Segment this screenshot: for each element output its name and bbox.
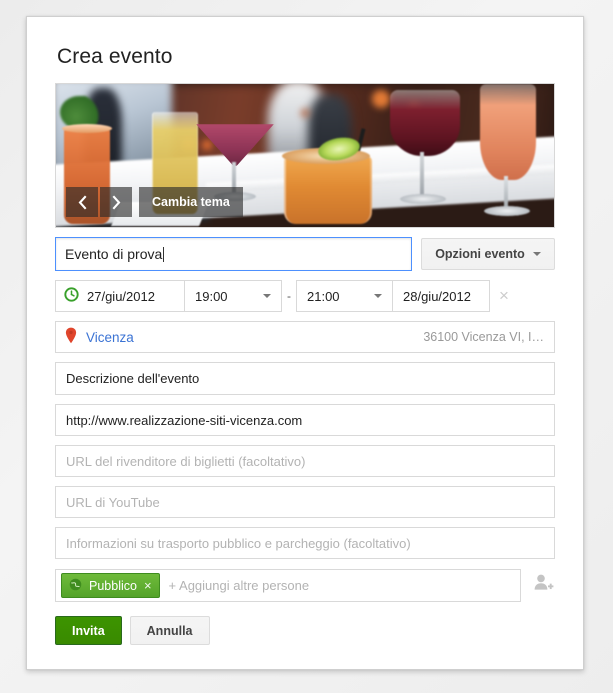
end-date-value: 28/giu/2012 <box>403 288 471 304</box>
guests-row: Pubblico × + Aggiungi altre persone <box>55 569 555 602</box>
datetime-separator: - <box>287 289 291 303</box>
youtube-url-row: URL di YouTube <box>55 486 555 518</box>
page-background: Crea evento Cambia tema Evento di prova … <box>0 0 613 693</box>
start-date-input[interactable]: 27/giu/2012 <box>55 280 185 312</box>
end-time-value: 21:00 <box>307 288 340 304</box>
start-time-select[interactable]: 19:00 <box>185 280 282 312</box>
invite-button[interactable]: Invita <box>55 616 122 645</box>
clear-datetime-button[interactable]: × <box>490 286 518 306</box>
guests-input[interactable]: Pubblico × + Aggiungi altre persone <box>55 569 521 602</box>
page-title: Crea evento <box>57 45 173 68</box>
chevron-down-icon <box>263 294 271 298</box>
start-date-value: 27/giu/2012 <box>87 288 155 304</box>
description-row: Descrizione dell'evento <box>55 362 555 395</box>
chevron-down-icon <box>374 294 382 298</box>
next-theme-button[interactable] <box>100 187 132 217</box>
event-options-label: Opzioni evento <box>435 247 525 261</box>
website-url-input[interactable]: http://www.realizzazione-siti-vicenza.co… <box>55 404 555 436</box>
transport-info-row: Informazioni su trasporto pubblico e par… <box>55 527 555 559</box>
globe-icon <box>69 578 82 594</box>
event-theme-banner[interactable]: Cambia tema <box>55 83 555 228</box>
location-row: Vicenza 36100 Vicenza VI, I… <box>55 321 555 353</box>
end-date-input[interactable]: 28/giu/2012 <box>393 280 490 312</box>
youtube-url-placeholder: URL di YouTube <box>66 494 160 510</box>
event-title-value: Evento di prova <box>65 246 163 262</box>
create-event-card: Crea evento Cambia tema Evento di prova … <box>26 16 584 670</box>
form-actions: Invita Annulla <box>55 616 555 645</box>
previous-theme-button[interactable] <box>66 187 98 217</box>
description-input[interactable]: Descrizione dell'evento <box>55 362 555 395</box>
ticket-url-input[interactable]: URL del rivenditore di biglietti (facolt… <box>55 445 555 477</box>
change-theme-label: Cambia tema <box>152 195 230 209</box>
event-title-row: Evento di prova Opzioni evento <box>55 237 555 271</box>
location-address: 36100 Vicenza VI, I… <box>423 330 544 344</box>
event-options-button[interactable]: Opzioni evento <box>421 238 555 270</box>
website-url-row: http://www.realizzazione-siti-vicenza.co… <box>55 404 555 436</box>
change-theme-button[interactable]: Cambia tema <box>139 187 243 217</box>
theme-controls: Cambia tema <box>66 187 243 217</box>
text-caret <box>163 246 165 262</box>
description-value: Descrizione dell'evento <box>66 371 200 386</box>
location-name: Vicenza <box>86 329 134 345</box>
guests-placeholder: + Aggiungi altre persone <box>168 578 310 593</box>
chevron-left-icon <box>77 195 88 210</box>
audience-chip-label: Pubblico <box>89 578 137 593</box>
ticket-url-row: URL del rivenditore di biglietti (facolt… <box>55 445 555 477</box>
youtube-url-input[interactable]: URL di YouTube <box>55 486 555 518</box>
add-person-icon[interactable] <box>532 572 554 599</box>
audience-chip-public[interactable]: Pubblico × <box>61 573 160 598</box>
chevron-right-icon <box>111 195 122 210</box>
datetime-row: 27/giu/2012 19:00 - 21:00 28/giu/2012 × <box>55 280 555 312</box>
website-url-value: http://www.realizzazione-siti-vicenza.co… <box>66 412 303 428</box>
end-time-select[interactable]: 21:00 <box>296 280 393 312</box>
event-title-input[interactable]: Evento di prova <box>55 237 412 271</box>
transport-info-placeholder: Informazioni su trasporto pubblico e par… <box>66 535 411 551</box>
start-time-value: 19:00 <box>195 288 228 304</box>
ticket-url-placeholder: URL del rivenditore di biglietti (facolt… <box>66 453 306 469</box>
remove-audience-chip-button[interactable]: × <box>144 578 152 593</box>
map-pin-icon <box>65 327 77 347</box>
cancel-button[interactable]: Annulla <box>129 616 210 645</box>
clock-icon <box>64 287 79 305</box>
chevron-down-icon <box>532 252 541 256</box>
transport-info-input[interactable]: Informazioni su trasporto pubblico e par… <box>55 527 555 559</box>
location-input[interactable]: Vicenza 36100 Vicenza VI, I… <box>55 321 555 353</box>
